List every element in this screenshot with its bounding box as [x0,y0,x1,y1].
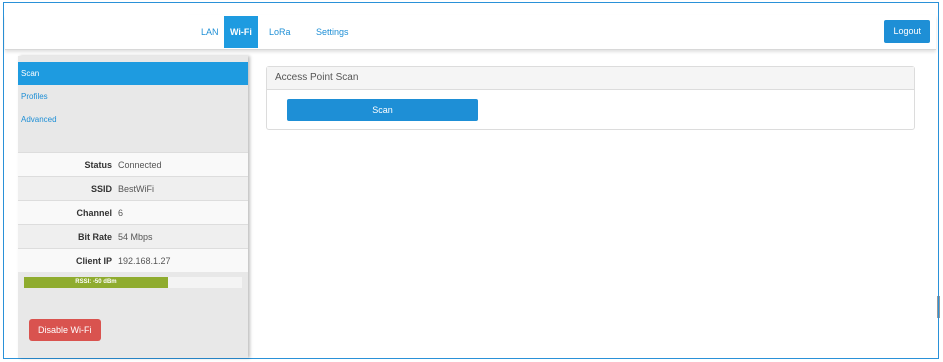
logout-button[interactable]: Logout [884,20,930,43]
channel-value: 6 [118,207,124,218]
client-ip-label: Client IP [75,255,112,266]
client-ip-value: 192.168.1.27 [118,255,171,266]
scan-button[interactable]: Scan [287,99,478,121]
sidebar-item-advanced[interactable]: Advanced [18,108,248,131]
ssid-row: SSID BestWiFi [18,176,248,200]
top-nav: LAN Wi-Fi LoRa Settings Logout [5,15,936,50]
tab-wifi[interactable]: Wi-Fi [224,16,258,48]
status-table: Status Connected SSID BestWiFi Channel 6… [18,152,248,272]
sidebar-item-scan[interactable]: Scan [18,62,248,85]
access-point-scan-panel: Access Point Scan Scan [266,66,915,130]
rssi-progress-bar: RSSI: -50 dBm [24,277,242,288]
ssid-value: BestWiFi [118,183,154,194]
status-value: Connected [118,159,162,170]
tab-lan[interactable]: LAN [195,16,225,48]
channel-label: Channel [76,207,112,218]
ssid-label: SSID [90,183,112,194]
resize-handle[interactable] [937,296,940,318]
sidebar-item-profiles[interactable]: Profiles [18,85,248,108]
sidebar: Scan Profiles Advanced Status Connected … [18,56,248,358]
tab-settings[interactable]: Settings [310,16,355,48]
channel-row: Channel 6 [18,200,248,224]
client-ip-row: Client IP 192.168.1.27 [18,248,248,272]
bitrate-value: 54 Mbps [118,231,153,242]
panel-title: Access Point Scan [267,67,914,90]
bitrate-row: Bit Rate 54 Mbps [18,224,248,248]
status-row: Status Connected [18,152,248,176]
nav-logo-area [5,5,188,17]
rssi-progress-fill: RSSI: -50 dBm [24,277,168,288]
bitrate-label: Bit Rate [77,231,112,242]
tab-lora[interactable]: LoRa [263,16,297,48]
disable-wifi-button[interactable]: Disable Wi-Fi [29,319,101,341]
status-label: Status [84,159,112,170]
